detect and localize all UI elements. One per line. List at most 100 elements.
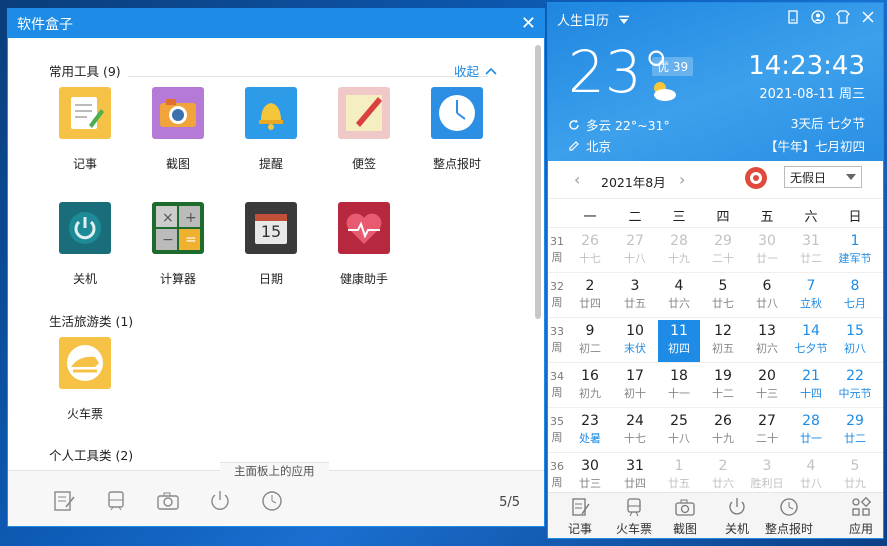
day-cell[interactable]: 4 廿八 [790, 455, 832, 497]
day-cell[interactable]: 2 廿六 [702, 455, 744, 497]
day-cell[interactable]: 3 胜利日 [746, 455, 788, 497]
day-cell[interactable]: 29 二十 [702, 230, 744, 272]
weekday-label: 六 [804, 210, 818, 225]
app-calculator[interactable]: × + − = 计算器 [138, 202, 218, 287]
app-sticky-note[interactable]: 便签 [324, 87, 404, 172]
toolbar-app-1[interactable]: 火车票 [606, 497, 662, 537]
next-month-icon[interactable]: › [679, 170, 685, 189]
mini-mode-icon[interactable] [786, 10, 800, 24]
power-icon[interactable] [208, 489, 232, 513]
day-cell[interactable]: 19 十二 [702, 365, 744, 407]
day-cell[interactable]: 9 初二 [569, 320, 611, 362]
city-line[interactable]: 北京 [568, 136, 611, 155]
day-number: 10 [626, 323, 644, 339]
app-hourly-chime[interactable]: 整点报时 [417, 87, 497, 172]
close-icon[interactable] [861, 10, 875, 24]
day-cell[interactable]: 27 十八 [614, 230, 656, 272]
app-notes[interactable]: 记事 [45, 87, 125, 172]
lunar-label: 十一 [668, 387, 690, 400]
day-cell[interactable]: 16 初九 [569, 365, 611, 407]
prev-month-icon[interactable]: ‹ [574, 170, 580, 189]
day-cell[interactable]: 31 廿二 [790, 230, 832, 272]
user-icon[interactable] [811, 10, 825, 24]
toolbar-app-2[interactable]: 截图 [657, 497, 713, 537]
app-reminder[interactable]: 提醒 [231, 87, 311, 172]
toolbar-app-3[interactable]: 关机 [709, 497, 765, 537]
power-icon [59, 202, 111, 254]
day-cell[interactable]: 1 建军节 [834, 230, 876, 272]
train-icon[interactable] [104, 489, 128, 513]
day-cell[interactable]: 30 廿三 [569, 455, 611, 497]
day-cell[interactable]: 4 廿六 [658, 275, 700, 317]
month-navigator: ‹ 2021年8月 › 无假日 [548, 161, 883, 199]
day-cell[interactable]: 21 十四 [790, 365, 832, 407]
collapse-label: 收起 [453, 64, 479, 79]
lantern-icon[interactable] [745, 167, 767, 189]
apps-grid-icon [851, 496, 872, 517]
app-title-dropdown[interactable]: 人生日历 [557, 10, 630, 29]
day-cell[interactable]: 8 七月 [834, 275, 876, 317]
app-health[interactable]: 健康助手 [324, 202, 404, 287]
app-list: 常用工具 (9) 收起 记事 截图 提醒 便签 整点报时 关机 × + − = … [8, 39, 544, 471]
day-cell[interactable]: 28 廿一 [790, 410, 832, 452]
lunar-label: 末伏 [624, 342, 646, 355]
month-label[interactable]: 2021年8月 [601, 172, 666, 191]
camera-icon[interactable] [156, 489, 180, 513]
day-cell[interactable]: 30 廿一 [746, 230, 788, 272]
app-date[interactable]: 15 日期 [231, 202, 311, 287]
scrollbar[interactable] [535, 45, 541, 319]
app-screenshot[interactable]: 截图 [138, 87, 218, 172]
sticky-note-icon [338, 87, 390, 139]
clock-icon[interactable] [260, 489, 284, 513]
day-cell[interactable]: 13 初六 [746, 320, 788, 362]
day-cell[interactable]: 12 初五 [702, 320, 744, 362]
day-cell[interactable]: 15 初八 [834, 320, 876, 362]
software-box-window: 软件盒子 ✕ 常用工具 (9) 收起 记事 截图 提醒 便签 整点报时 关机 ×… [7, 8, 545, 527]
lunar-label: 二十 [756, 432, 778, 445]
day-cell[interactable]: 27 二十 [746, 410, 788, 452]
day-cell[interactable]: 31 廿四 [614, 455, 656, 497]
lunar-label: 廿五 [668, 477, 690, 490]
day-cell[interactable]: 22 中元节 [834, 365, 876, 407]
skin-icon[interactable] [836, 10, 850, 24]
toolbar-app-5[interactable]: 应用 [833, 496, 883, 537]
day-cell[interactable]: 18 十一 [658, 365, 700, 407]
app-shutdown[interactable]: 关机 [45, 202, 125, 287]
lunar-label: 廿八 [800, 477, 822, 490]
day-cell[interactable]: 28 十九 [658, 230, 700, 272]
day-cell[interactable]: 23 处暑 [569, 410, 611, 452]
day-cell[interactable]: 7 立秋 [790, 275, 832, 317]
day-cell[interactable]: 10 末伏 [614, 320, 656, 362]
day-cell[interactable]: 25 十八 [658, 410, 700, 452]
toolbar-app-label: 应用 [848, 522, 873, 536]
day-cell[interactable]: 2 廿四 [569, 275, 611, 317]
weather-text: 多云 22°~31° [586, 118, 670, 133]
week-number-suffix: 周 [551, 431, 563, 444]
day-cell[interactable]: 26 十七 [569, 230, 611, 272]
holiday-select[interactable]: 无假日 [784, 166, 862, 188]
day-number: 5 [850, 458, 860, 474]
day-cell[interactable]: 3 廿五 [614, 275, 656, 317]
lunar-label: 廿九 [844, 477, 866, 490]
day-cell-today[interactable]: 11 初四 [658, 320, 700, 362]
day-cell[interactable]: 5 廿七 [702, 275, 744, 317]
window-title: 软件盒子 [17, 16, 73, 33]
toolbar-app-0[interactable]: 记事 [552, 497, 608, 537]
day-cell[interactable]: 20 十三 [746, 365, 788, 407]
app-label: 整点报时 [432, 157, 481, 171]
toolbar-app-4[interactable]: 整点报时 [761, 497, 817, 537]
collapse-button[interactable]: 收起 [454, 61, 497, 80]
notepad-icon[interactable] [52, 489, 76, 513]
day-number: 30 [581, 458, 599, 474]
day-cell[interactable]: 24 十七 [614, 410, 656, 452]
weather-line[interactable]: 多云 22°~31° [568, 115, 670, 134]
close-icon[interactable]: ✕ [521, 14, 536, 33]
day-cell[interactable]: 17 初十 [614, 365, 656, 407]
day-cell[interactable]: 5 廿九 [834, 455, 876, 497]
day-cell[interactable]: 1 廿五 [658, 455, 700, 497]
day-cell[interactable]: 29 廿二 [834, 410, 876, 452]
app-train-ticket[interactable]: 火车票 [45, 337, 125, 422]
day-cell[interactable]: 26 十九 [702, 410, 744, 452]
day-cell[interactable]: 6 廿八 [746, 275, 788, 317]
day-cell[interactable]: 14 七夕节 [790, 320, 832, 362]
